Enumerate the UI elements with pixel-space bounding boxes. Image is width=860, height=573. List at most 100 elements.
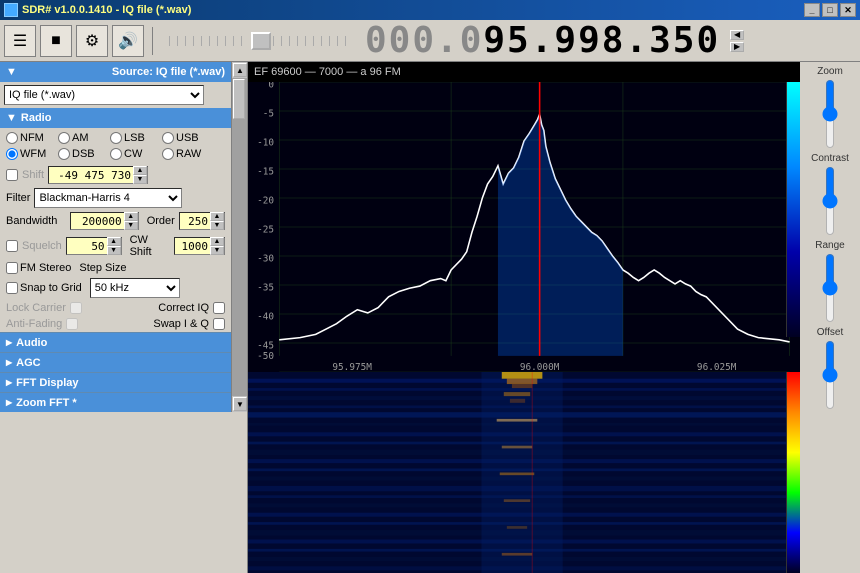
agc-arrow: ▶ — [6, 358, 12, 367]
agc-section[interactable]: ▶ AGC — [0, 352, 231, 372]
settings-button[interactable]: ⚙ — [76, 25, 108, 57]
minimize-button[interactable]: _ — [804, 3, 820, 17]
source-row: IQ file (*.wav) — [0, 82, 231, 108]
scroll-down-btn[interactable]: ▼ — [233, 397, 247, 411]
dsb-radio[interactable] — [58, 148, 70, 160]
correctiq-label[interactable]: Correct IQ — [158, 302, 225, 314]
svg-text:-25: -25 — [257, 224, 274, 235]
lockcarrier-checkbox[interactable] — [70, 302, 82, 314]
cwshift-down-btn[interactable]: ▼ — [210, 246, 224, 255]
shift-down-btn[interactable]: ▼ — [133, 175, 147, 184]
snaptogrid-label[interactable]: Snap to Grid — [6, 282, 82, 294]
raw-radio[interactable] — [162, 148, 174, 160]
scroll-track[interactable] — [232, 78, 247, 396]
raw-text: RAW — [176, 148, 201, 160]
freq-up-button[interactable]: ◀ — [730, 30, 744, 40]
zoom-slider[interactable] — [820, 79, 840, 149]
nfm-label[interactable]: NFM — [6, 132, 54, 144]
bandwidth-value: 200000 — [71, 215, 124, 228]
source-section-header[interactable]: ▼ Source: IQ file (*.wav) — [0, 62, 231, 82]
lsb-radio[interactable] — [110, 132, 122, 144]
lockcarrier-text: Lock Carrier — [6, 302, 66, 314]
svg-text:-50: -50 — [257, 351, 274, 362]
swapiq-label[interactable]: Swap I & Q — [153, 318, 225, 330]
squelch-value: 50 — [67, 240, 107, 253]
order-up-btn[interactable]: ▲ — [210, 212, 224, 221]
close-button[interactable]: ✕ — [840, 3, 856, 17]
range-slider[interactable] — [820, 253, 840, 323]
lsb-label[interactable]: LSB — [110, 132, 158, 144]
squelch-spinners: ▲ ▼ — [107, 237, 121, 255]
filter-select[interactable]: Blackman-Harris 4 — [34, 188, 182, 208]
squelch-row: Squelch 50 ▲ ▼ CW Shift 1000 ▲ ▼ — [0, 232, 231, 260]
scroll-thumb[interactable] — [233, 79, 245, 119]
titlebar-title: SDR# v1.0.0.1410 - IQ file (*.wav) — [22, 4, 191, 16]
spectrum-header: EF 69600 — 7000 — a 96 FM — [248, 62, 800, 82]
fmstereo-label[interactable]: FM Stereo — [6, 262, 71, 274]
squelch-down-btn[interactable]: ▼ — [107, 246, 121, 255]
audio-section[interactable]: ▶ Audio — [0, 332, 231, 352]
shift-up-btn[interactable]: ▲ — [133, 166, 147, 175]
snaptogrid-checkbox[interactable] — [6, 282, 18, 294]
wfm-text: WFM — [20, 148, 46, 160]
usb-radio[interactable] — [162, 132, 174, 144]
correctiq-checkbox[interactable] — [213, 302, 225, 314]
order-value: 250 — [180, 215, 210, 228]
stop-button[interactable]: ■ — [40, 25, 72, 57]
audio-button[interactable]: 🔊 — [112, 25, 144, 57]
squelch-up-btn[interactable]: ▲ — [107, 237, 121, 246]
usb-text: USB — [176, 132, 199, 144]
dsb-label[interactable]: DSB — [58, 148, 106, 160]
squelch-checkbox[interactable] — [6, 240, 18, 252]
antifading-checkbox[interactable] — [66, 318, 78, 330]
squelch-label: Squelch — [22, 240, 62, 252]
menu-button[interactable]: ☰ — [4, 25, 36, 57]
wfm-radio[interactable] — [6, 148, 18, 160]
freq-slider-handle[interactable] — [251, 32, 271, 50]
left-panel-scrollbar[interactable]: ▲ ▼ — [231, 62, 247, 412]
offset-slider[interactable] — [820, 340, 840, 410]
svg-text:-35: -35 — [257, 282, 274, 293]
snaptogrid-text: Snap to Grid — [20, 282, 82, 294]
am-label[interactable]: AM — [58, 132, 106, 144]
antifading-text: Anti-Fading — [6, 318, 62, 330]
svg-text:96.025M: 96.025M — [697, 362, 737, 372]
spectrum-header-text: EF 69600 — 7000 — a 96 FM — [254, 66, 401, 78]
cwshift-up-btn[interactable]: ▲ — [210, 237, 224, 246]
nfm-radio[interactable] — [6, 132, 18, 144]
order-down-btn[interactable]: ▼ — [210, 221, 224, 230]
slider-track-right — [273, 36, 353, 46]
cw-radio[interactable] — [110, 148, 122, 160]
squelch-spinbox: 50 ▲ ▼ — [66, 237, 122, 255]
zoomfft-section[interactable]: ▶ Zoom FFT * — [0, 392, 231, 412]
snap-select[interactable]: 50 kHz — [90, 278, 180, 298]
range-slider-group: Range — [815, 240, 844, 323]
antifading-label[interactable]: Anti-Fading — [6, 318, 78, 330]
bandwidth-down-btn[interactable]: ▼ — [124, 221, 138, 230]
am-radio[interactable] — [58, 132, 70, 144]
wfm-label[interactable]: WFM — [6, 148, 54, 160]
bandwidth-up-btn[interactable]: ▲ — [124, 212, 138, 221]
maximize-button[interactable]: □ — [822, 3, 838, 17]
fmstereo-checkbox[interactable] — [6, 262, 18, 274]
range-label: Range — [815, 240, 844, 251]
contrast-slider[interactable] — [820, 166, 840, 236]
freq-down-button[interactable]: ▶ — [730, 42, 744, 52]
contrast-slider-group: Contrast — [811, 153, 849, 236]
fftdisplay-section[interactable]: ▶ FFT Display — [0, 372, 231, 392]
source-select[interactable]: IQ file (*.wav) — [4, 85, 204, 105]
spectrum-canvas-area[interactable]: 0 -5 -10 -15 -20 -25 -30 -35 -40 -45 -50 — [248, 82, 800, 372]
lockcarrier-label[interactable]: Lock Carrier — [6, 302, 82, 314]
usb-label[interactable]: USB — [162, 132, 210, 144]
shift-label: Shift — [22, 169, 44, 181]
radio-section-header[interactable]: ▼ Radio — [0, 108, 231, 128]
svg-text:-45: -45 — [257, 340, 274, 351]
svg-text:-20: -20 — [257, 195, 274, 206]
bandwidth-spinbox: 200000 ▲ ▼ — [70, 212, 139, 230]
raw-label[interactable]: RAW — [162, 148, 210, 160]
cw-label[interactable]: CW — [110, 148, 158, 160]
offset-label: Offset — [817, 327, 844, 338]
swapiq-checkbox[interactable] — [213, 318, 225, 330]
scroll-up-btn[interactable]: ▲ — [233, 63, 247, 77]
shift-checkbox[interactable] — [6, 169, 18, 181]
